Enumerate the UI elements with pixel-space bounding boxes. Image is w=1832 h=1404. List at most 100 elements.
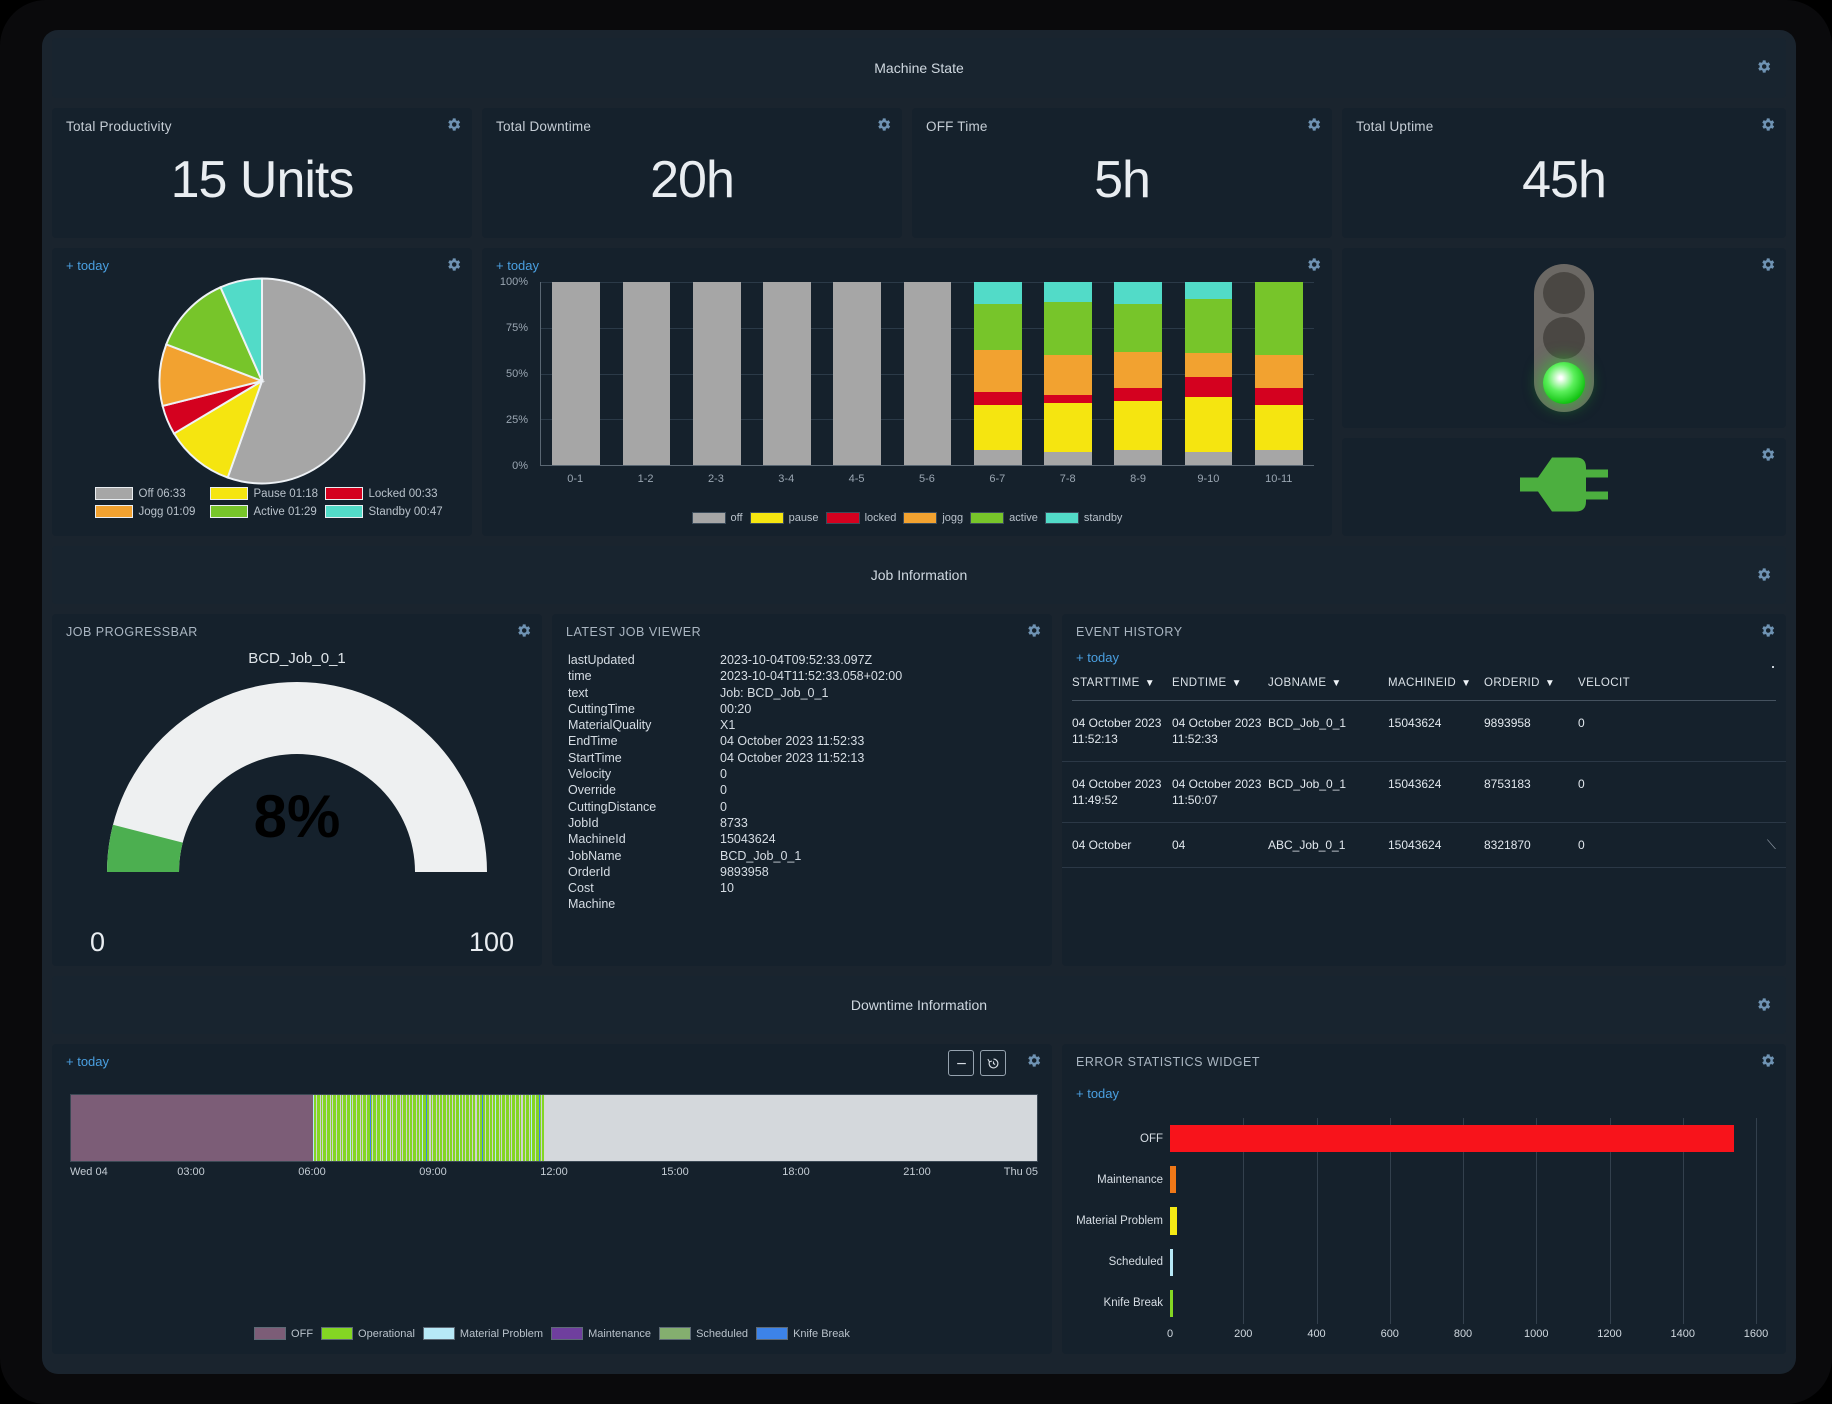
bar-segment-off (833, 282, 882, 465)
table-row[interactable]: 04 October 2023 11:49:52 04 October 2023 … (1062, 762, 1786, 823)
event-history-table[interactable]: STARTTIME ▼ ENDTIME ▼ JOBNAME ▼ MACHINEID ▼ ORDE… (1062, 666, 1786, 966)
timeline-segment-off[interactable] (71, 1095, 313, 1161)
bar-column[interactable] (1173, 282, 1243, 465)
stacked-bar[interactable] (692, 282, 741, 465)
bar-legend-item[interactable]: pause (749, 512, 819, 524)
table-column-header[interactable]: MACHINEID ▼ (1388, 677, 1484, 689)
stacked-bar[interactable] (1184, 282, 1233, 465)
pie-legend-item[interactable]: Pause 01:18 (209, 487, 318, 500)
pie-legend-item[interactable]: Locked 00:33 (324, 487, 438, 500)
bar-column[interactable] (963, 282, 1033, 465)
gear-icon[interactable] (1305, 256, 1322, 273)
pie-legend-item[interactable]: Standby 00:47 (324, 505, 443, 518)
gear-icon[interactable] (1305, 116, 1322, 133)
bar-column[interactable] (1033, 282, 1103, 465)
filter-icon[interactable]: ▼ (1145, 678, 1155, 689)
panel-title: JOB PROGRESSBAR (66, 625, 198, 639)
stacked-bar[interactable] (833, 282, 882, 465)
today-filter-link[interactable]: + today (1076, 650, 1119, 665)
job-detail-value: X1 (720, 718, 736, 733)
timeline-legend-item[interactable]: Scheduled (659, 1327, 748, 1340)
timeline-legend-item[interactable]: Knife Break (756, 1327, 850, 1340)
stacked-bar[interactable] (763, 282, 811, 465)
zoom-out-button[interactable] (948, 1050, 974, 1076)
timeline-legend-item[interactable]: Material Problem (422, 1327, 543, 1340)
bar-column[interactable] (541, 282, 611, 465)
bar-column[interactable] (822, 282, 892, 465)
table-row[interactable]: 04 October 2023 11:52:13 04 October 2023 … (1062, 701, 1786, 762)
bar-column[interactable] (1244, 282, 1314, 465)
stacked-bar[interactable] (1044, 282, 1092, 465)
gear-icon[interactable] (1755, 996, 1772, 1013)
gear-icon[interactable] (1755, 58, 1772, 75)
reset-time-button[interactable] (980, 1050, 1006, 1076)
bar-legend-item[interactable]: locked (825, 512, 896, 524)
job-detail-row: StartTime 04 October 2023 11:52:13 (568, 750, 1038, 766)
today-filter-link[interactable]: + today (496, 258, 539, 273)
today-filter-link[interactable]: + today (66, 1054, 109, 1069)
gear-icon[interactable] (445, 256, 462, 273)
bar-column[interactable] (1103, 282, 1173, 465)
stacked-bar[interactable] (622, 282, 671, 465)
timeline-segment-operational[interactable] (312, 1095, 545, 1161)
stacked-bar[interactable] (1114, 282, 1163, 465)
bar-legend-item[interactable]: jogg (903, 512, 963, 524)
bar-legend-item[interactable]: off (691, 512, 743, 524)
bar-column[interactable] (752, 282, 822, 465)
pie-legend-item[interactable]: Active 01:29 (209, 505, 317, 518)
bar-column[interactable] (892, 282, 962, 465)
gear-icon[interactable] (875, 116, 892, 133)
bar-legend-item[interactable]: standby (1044, 512, 1122, 524)
pie-legend-item[interactable]: Jogg 01:09 (94, 505, 200, 518)
bar-segment-locked (1044, 395, 1092, 403)
filter-icon[interactable]: ▼ (1461, 678, 1471, 689)
table-row[interactable]: 04 October 04 ABC_Job_0_1 15043624 8321870 0 ⟍ (1062, 823, 1786, 868)
error-stat-bar[interactable] (1170, 1166, 1176, 1194)
filter-icon[interactable]: ▼ (1545, 678, 1555, 689)
gear-icon[interactable] (515, 622, 532, 639)
gear-icon[interactable] (1025, 622, 1042, 639)
gear-icon[interactable] (1759, 1052, 1776, 1069)
gear-icon[interactable] (1759, 116, 1776, 133)
timeline-tick: 09:00 (419, 1166, 447, 1178)
stacked-bar[interactable] (973, 282, 1022, 465)
stacked-bar[interactable] (903, 282, 952, 465)
gear-icon[interactable] (1759, 256, 1776, 273)
timeline-segment-remaining[interactable] (544, 1095, 1037, 1161)
bar-column[interactable] (611, 282, 681, 465)
gear-icon[interactable] (1759, 622, 1776, 639)
stacked-bar[interactable] (552, 282, 601, 465)
bar-column[interactable] (682, 282, 752, 465)
filter-icon[interactable]: ▼ (1232, 678, 1242, 689)
pie-legend-item[interactable]: Off 06:33 (94, 487, 200, 500)
downtime-timeline-track[interactable] (70, 1094, 1038, 1162)
gear-icon[interactable] (445, 116, 462, 133)
table-column-header[interactable]: ORDERID ▼ (1484, 677, 1578, 689)
gear-icon[interactable] (1025, 1052, 1042, 1069)
table-column-header[interactable]: JOBNAME ▼ (1268, 677, 1388, 689)
bar-legend-item[interactable]: active (970, 512, 1038, 524)
table-column-header[interactable]: STARTTIME ▼ (1072, 677, 1172, 689)
downtime-timeline-panel: + today Wed 04 03:00 06:00 09:00 12:00 15:00 1… (52, 1044, 1052, 1354)
error-stat-bar[interactable] (1170, 1207, 1177, 1235)
stacked-bar[interactable] (1254, 282, 1303, 465)
bar-segment-active (1044, 302, 1092, 356)
timeline-legend-item[interactable]: Maintenance (551, 1327, 651, 1340)
timeline-legend-item[interactable]: Operational (321, 1327, 415, 1340)
filter-icon[interactable]: ▼ (1331, 678, 1341, 689)
gear-icon[interactable] (1755, 566, 1772, 583)
legend-label: Standby 00:47 (368, 505, 443, 518)
resize-handle-icon[interactable]: ⟍ (1767, 837, 1776, 853)
bar-segment-pause (1184, 397, 1233, 453)
error-stat-bar[interactable] (1170, 1289, 1173, 1317)
gridline (1682, 1159, 1684, 1201)
error-stat-bar[interactable] (1170, 1125, 1735, 1153)
today-filter-link[interactable]: + today (1076, 1086, 1119, 1101)
table-column-header[interactable]: VELOCIT (1578, 677, 1638, 689)
table-column-header[interactable]: ENDTIME ▼ (1172, 677, 1268, 689)
error-stat-bar[interactable] (1170, 1248, 1173, 1276)
timeline-legend-item[interactable]: OFF (254, 1327, 313, 1340)
gear-icon[interactable] (1759, 446, 1776, 463)
horizontal-scroll-indicator[interactable] (1772, 666, 1774, 668)
today-filter-link[interactable]: + today (66, 258, 109, 273)
